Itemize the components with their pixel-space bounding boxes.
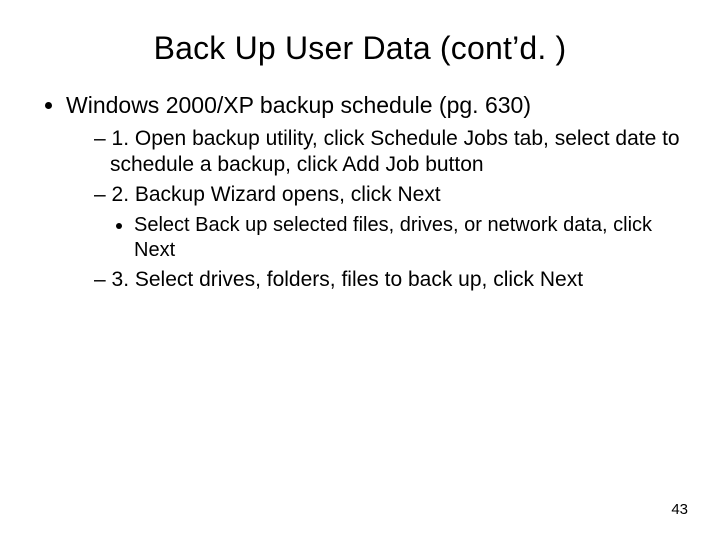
- bullet-sub2a: Select Back up selected files, drives, o…: [134, 213, 680, 263]
- page-number: 43: [671, 501, 688, 518]
- bullet-list-level2: 1. Open backup utility, click Schedule J…: [66, 126, 680, 293]
- bullet-main-text: Windows 2000/XP backup schedule (pg. 630…: [66, 92, 531, 118]
- slide-title: Back Up User Data (cont’d. ): [40, 30, 680, 67]
- bullet-list-level1: Windows 2000/XP backup schedule (pg. 630…: [40, 91, 680, 293]
- bullet-list-level3: Select Back up selected files, drives, o…: [94, 213, 680, 263]
- bullet-sub2: 2. Backup Wizard opens, click Next: [94, 182, 680, 208]
- bullet-main: Windows 2000/XP backup schedule (pg. 630…: [66, 91, 680, 293]
- bullet-sub3: 3. Select drives, folders, files to back…: [94, 267, 680, 293]
- slide: Back Up User Data (cont’d. ) Windows 200…: [0, 0, 720, 540]
- bullet-sub1: 1. Open backup utility, click Schedule J…: [94, 126, 680, 179]
